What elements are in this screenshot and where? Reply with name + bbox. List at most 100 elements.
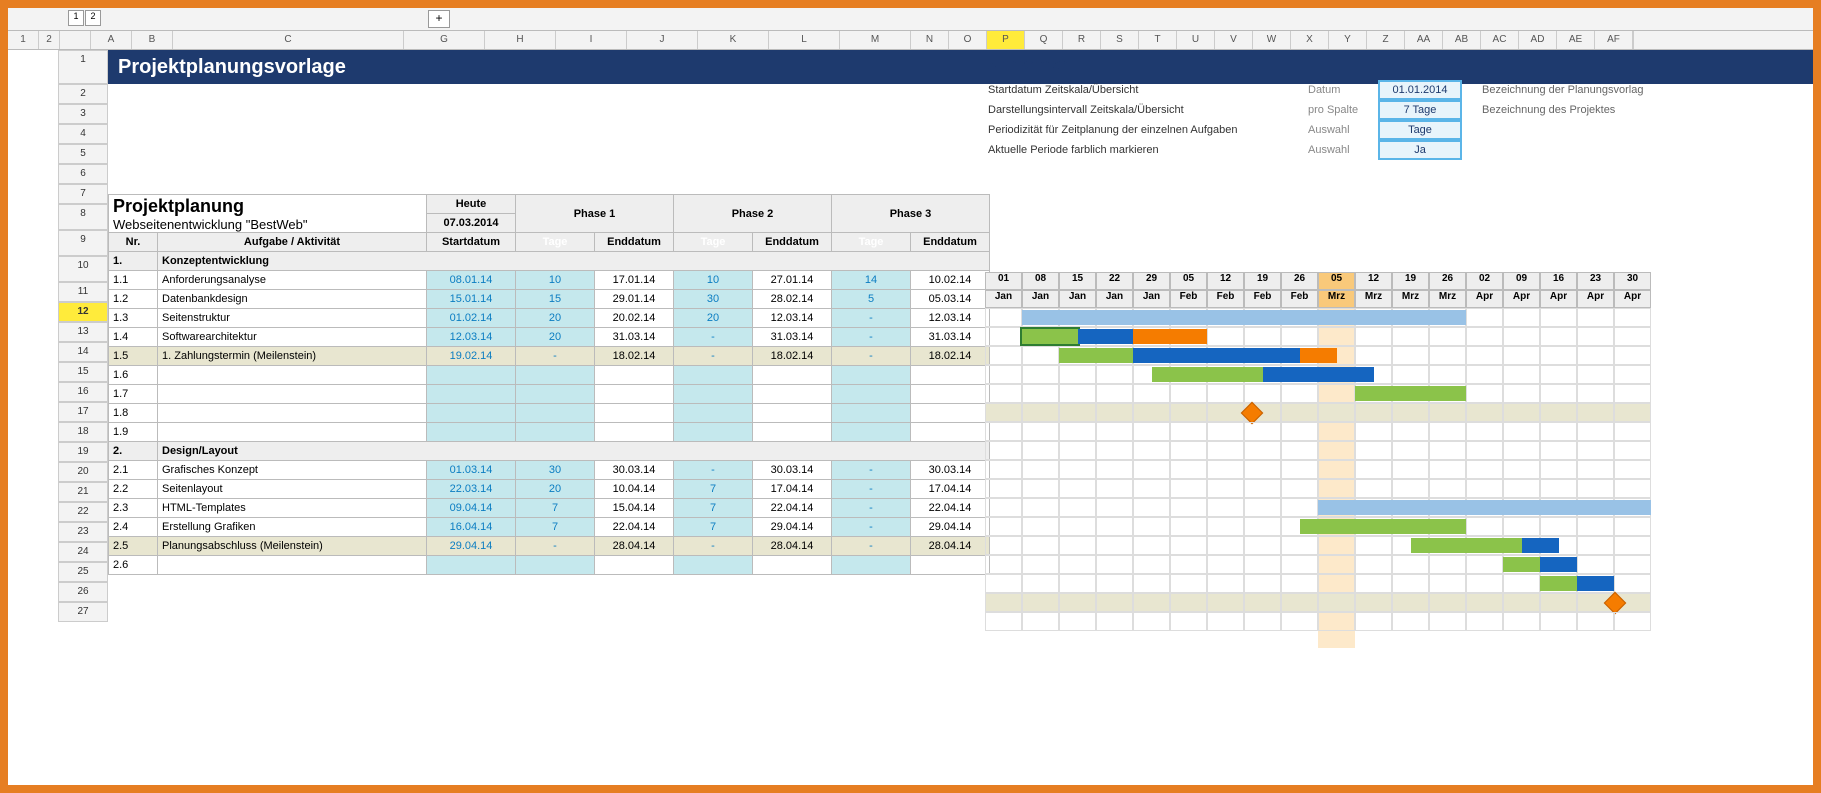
col-AD[interactable]: AD bbox=[1519, 31, 1557, 49]
cell-d1[interactable]: 7 bbox=[516, 499, 595, 518]
table-row[interactable]: 1.7 bbox=[109, 385, 990, 404]
col-B[interactable]: B bbox=[132, 31, 173, 49]
cell-d2[interactable] bbox=[674, 556, 753, 575]
col-N[interactable]: N bbox=[911, 31, 949, 49]
cell-nr[interactable]: 1.3 bbox=[109, 309, 158, 328]
cell-d1[interactable] bbox=[516, 556, 595, 575]
cell-d1[interactable]: 15 bbox=[516, 290, 595, 309]
cell-nr[interactable]: 1.1 bbox=[109, 271, 158, 290]
plan-table[interactable]: Projektplanung Webseitenentwicklung "Bes… bbox=[108, 194, 990, 575]
cell-d2[interactable]: 30 bbox=[674, 290, 753, 309]
gantt-bar[interactable] bbox=[1152, 367, 1263, 382]
cell-nr[interactable]: 1.4 bbox=[109, 328, 158, 347]
cell-nr[interactable]: 2.5 bbox=[109, 537, 158, 556]
row-3[interactable]: 3 bbox=[58, 104, 108, 124]
cell-task[interactable]: Softwarearchitektur bbox=[158, 328, 427, 347]
cell-d1[interactable]: 10 bbox=[516, 271, 595, 290]
cell-nr[interactable]: 1.2 bbox=[109, 290, 158, 309]
table-row[interactable]: 1.2 Datenbankdesign 15.01.14 15 29.01.14… bbox=[109, 290, 990, 309]
cell-start[interactable]: 01.03.14 bbox=[427, 461, 516, 480]
col-outline-1[interactable]: 1 bbox=[8, 31, 39, 49]
cell-d3[interactable]: - bbox=[832, 328, 911, 347]
col-I[interactable]: I bbox=[556, 31, 627, 49]
cell-start[interactable]: 08.01.14 bbox=[427, 271, 516, 290]
col-Z[interactable]: Z bbox=[1367, 31, 1405, 49]
col-W[interactable]: W bbox=[1253, 31, 1291, 49]
cell-d3[interactable] bbox=[832, 556, 911, 575]
row-4[interactable]: 4 bbox=[58, 124, 108, 144]
col-AF[interactable]: AF bbox=[1595, 31, 1633, 49]
cell-task[interactable] bbox=[158, 366, 427, 385]
row-5[interactable]: 5 bbox=[58, 144, 108, 164]
cell-start[interactable]: 01.02.14 bbox=[427, 309, 516, 328]
cell-start[interactable]: 22.03.14 bbox=[427, 480, 516, 499]
cell-d2[interactable]: 10 bbox=[674, 271, 753, 290]
cell-nr[interactable]: 2.1 bbox=[109, 461, 158, 480]
cell-start[interactable]: 16.04.14 bbox=[427, 518, 516, 537]
cell-nr[interactable]: 1.5 bbox=[109, 347, 158, 366]
cell-d1[interactable]: 20 bbox=[516, 480, 595, 499]
cell-nr[interactable]: 1.8 bbox=[109, 404, 158, 423]
table-row[interactable]: 2.1 Grafisches Konzept 01.03.14 30 30.03… bbox=[109, 461, 990, 480]
cell-d2[interactable]: 7 bbox=[674, 518, 753, 537]
cell-d1[interactable] bbox=[516, 385, 595, 404]
cell-d2[interactable]: - bbox=[674, 328, 753, 347]
cell-task[interactable] bbox=[158, 404, 427, 423]
col-C[interactable]: C bbox=[173, 31, 404, 49]
cell-task[interactable]: Erstellung Grafiken bbox=[158, 518, 427, 537]
gantt-bar[interactable] bbox=[1540, 576, 1577, 591]
row-15[interactable]: 15 bbox=[58, 362, 108, 382]
row-11[interactable]: 11 bbox=[58, 282, 108, 302]
gantt-bar[interactable] bbox=[1411, 538, 1522, 553]
cell-nr[interactable]: 2.2 bbox=[109, 480, 158, 499]
cell-start[interactable] bbox=[427, 385, 516, 404]
table-row[interactable]: 1.1 Anforderungsanalyse 08.01.14 10 17.0… bbox=[109, 271, 990, 290]
cell-start[interactable] bbox=[427, 404, 516, 423]
row-9[interactable]: 9 bbox=[58, 230, 108, 256]
cell-d2[interactable]: 7 bbox=[674, 499, 753, 518]
row-27[interactable]: 27 bbox=[58, 602, 108, 622]
col-AC[interactable]: AC bbox=[1481, 31, 1519, 49]
col-R[interactable]: R bbox=[1063, 31, 1101, 49]
cell-start[interactable] bbox=[427, 556, 516, 575]
gantt-bar[interactable] bbox=[1318, 500, 1651, 515]
cell-task[interactable]: 1. Zahlungstermin (Meilenstein) bbox=[158, 347, 427, 366]
cell-nr[interactable]: 2.3 bbox=[109, 499, 158, 518]
cell-d1[interactable]: 30 bbox=[516, 461, 595, 480]
gantt-bar[interactable] bbox=[1133, 329, 1207, 344]
cell-start[interactable]: 09.04.14 bbox=[427, 499, 516, 518]
gantt-bar[interactable] bbox=[1133, 348, 1300, 363]
row-13[interactable]: 13 bbox=[58, 322, 108, 342]
cell-task[interactable]: Grafisches Konzept bbox=[158, 461, 427, 480]
col-U[interactable]: U bbox=[1177, 31, 1215, 49]
col-AE[interactable]: AE bbox=[1557, 31, 1595, 49]
col-AA[interactable]: AA bbox=[1405, 31, 1443, 49]
row-22[interactable]: 22 bbox=[58, 502, 108, 522]
cell-d3[interactable]: - bbox=[832, 347, 911, 366]
cell-nr[interactable]: 1.9 bbox=[109, 423, 158, 442]
cell-task[interactable]: HTML-Templates bbox=[158, 499, 427, 518]
row-12[interactable]: 12 bbox=[58, 302, 108, 322]
cell-d2[interactable]: - bbox=[674, 347, 753, 366]
cell-start[interactable] bbox=[427, 366, 516, 385]
cell-d1[interactable] bbox=[516, 423, 595, 442]
table-row[interactable]: 2.6 bbox=[109, 556, 990, 575]
col-Y[interactable]: Y bbox=[1329, 31, 1367, 49]
cell-d2[interactable] bbox=[674, 366, 753, 385]
gantt-bar[interactable] bbox=[1300, 348, 1337, 363]
cell-d2[interactable]: 20 bbox=[674, 309, 753, 328]
row-headers[interactable]: 1234567891011121314151617181920212223242… bbox=[58, 50, 108, 622]
col-M[interactable]: M bbox=[840, 31, 911, 49]
col-outline-2[interactable]: 2 bbox=[39, 31, 60, 49]
table-row[interactable]: 2.2 Seitenlayout 22.03.14 20 10.04.14 7 … bbox=[109, 480, 990, 499]
gantt-bar[interactable] bbox=[1078, 329, 1134, 344]
cell-task[interactable]: Planungsabschluss (Meilenstein) bbox=[158, 537, 427, 556]
cell-task[interactable]: Seitenlayout bbox=[158, 480, 427, 499]
col-O[interactable]: O bbox=[949, 31, 987, 49]
cell-task[interactable]: Datenbankdesign bbox=[158, 290, 427, 309]
cell-d3[interactable] bbox=[832, 423, 911, 442]
cell-d2[interactable]: - bbox=[674, 537, 753, 556]
col-AB[interactable]: AB bbox=[1443, 31, 1481, 49]
cell-task[interactable] bbox=[158, 423, 427, 442]
cell-d3[interactable]: - bbox=[832, 537, 911, 556]
